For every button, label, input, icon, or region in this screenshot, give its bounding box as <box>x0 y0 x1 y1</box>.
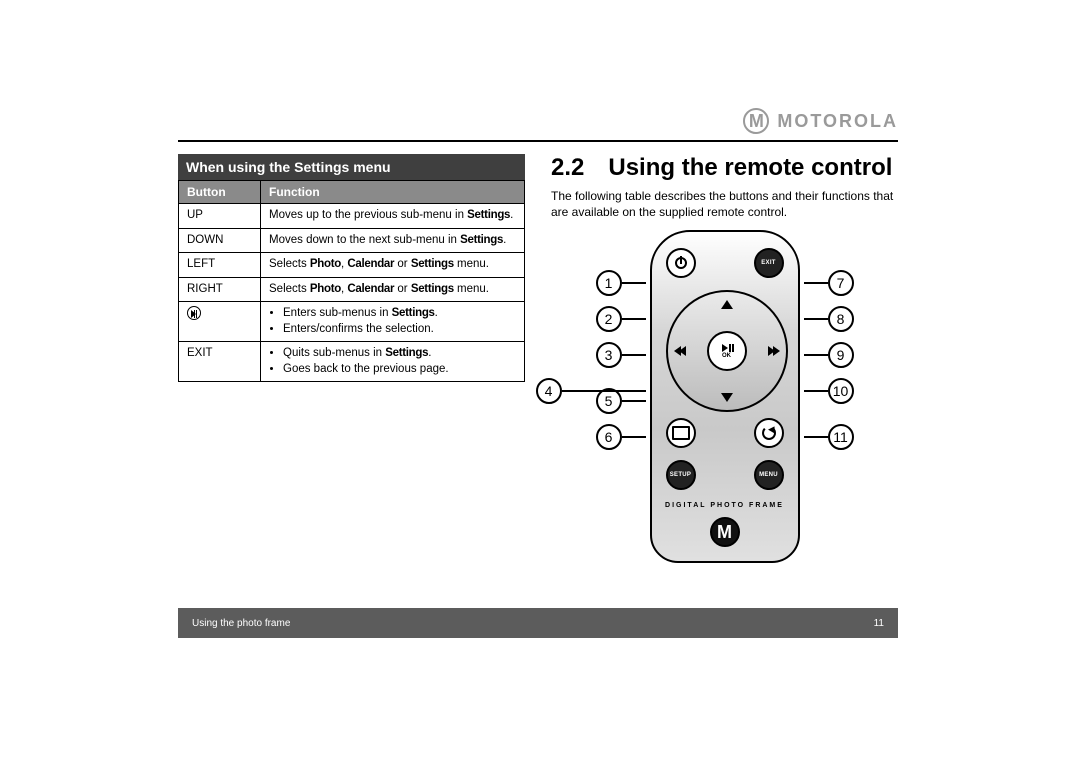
table-row: Enters sub-menus in Settings. Enters/con… <box>179 302 525 342</box>
col-button: Button <box>179 181 261 204</box>
callout: 9 <box>804 342 854 368</box>
function-cell: Selects Photo, Calendar or Settings menu… <box>261 277 525 302</box>
rotate-icon <box>762 426 776 440</box>
remote-row-mid <box>666 418 784 448</box>
callouts-left: 1 2 3 4 5 6 <box>596 230 646 450</box>
table-header-row: Button Function <box>179 181 525 204</box>
motorola-logo-icon: M <box>743 108 769 134</box>
remote-diagram: 1 2 3 4 5 6 EXIT <box>551 230 898 563</box>
list-item: Enters/confirms the selection. <box>283 322 516 338</box>
nav-down-icon <box>721 393 733 402</box>
brand-row: M MOTOROLA <box>178 108 898 140</box>
slideshow-icon <box>672 426 690 440</box>
button-cell: UP <box>179 204 261 229</box>
callout: 7 <box>804 270 854 296</box>
nav-up-icon <box>721 300 733 309</box>
function-cell: Moves down to the next sub-menu in Setti… <box>261 228 525 253</box>
callout: 2 <box>596 306 646 332</box>
settings-table: Button Function UP Moves up to the previ… <box>178 180 525 382</box>
footer-section-label: Using the photo frame <box>192 618 290 629</box>
exit-button: EXIT <box>754 248 784 278</box>
setup-button: SETUP <box>666 460 696 490</box>
bullet-list: Quits sub-menus in Settings. Goes back t… <box>269 346 516 377</box>
callout: 6 <box>596 424 646 450</box>
bullet-list: Enters sub-menus in Settings. Enters/con… <box>269 306 516 337</box>
list-item: Enters sub-menus in Settings. <box>283 306 516 322</box>
footer-page-number: 11 <box>874 618 884 629</box>
remote-device-label: DIGITAL PHOTO FRAME <box>652 502 798 509</box>
section-heading: 2.2 Using the remote control <box>551 154 898 182</box>
section-title: Using the remote control <box>608 154 892 182</box>
list-item: Goes back to the previous page. <box>283 362 516 378</box>
header-rule <box>178 140 898 142</box>
play-pause-icon <box>722 344 731 352</box>
button-cell: EXIT <box>179 342 261 382</box>
right-column: 2.2 Using the remote control The followi… <box>551 154 898 563</box>
power-icon <box>675 257 687 269</box>
table-row: EXIT Quits sub-menus in Settings. Goes b… <box>179 342 525 382</box>
remote-control: EXIT OK <box>650 230 800 563</box>
rotate-button <box>754 418 784 448</box>
power-button <box>666 248 696 278</box>
table-row: RIGHT Selects Photo, Calendar or Setting… <box>179 277 525 302</box>
callout: 1 <box>596 270 646 296</box>
nav-rewind-icon <box>676 346 686 356</box>
function-cell: Moves up to the previous sub-menu in Set… <box>261 204 525 229</box>
table-title: When using the Settings menu <box>178 154 525 180</box>
slideshow-button <box>666 418 696 448</box>
intro-paragraph: The following table describes the button… <box>551 188 898 220</box>
list-item: Quits sub-menus in Settings. <box>283 346 516 362</box>
remote-row-top: EXIT <box>666 248 784 278</box>
play-pause-icon <box>187 306 201 320</box>
left-column: When using the Settings menu Button Func… <box>178 154 525 563</box>
page-footer: Using the photo frame 11 <box>178 608 898 638</box>
nav-forward-icon <box>768 346 778 356</box>
function-cell: Quits sub-menus in Settings. Goes back t… <box>261 342 525 382</box>
brand-name: MOTOROLA <box>777 111 898 132</box>
callout: 5 <box>596 388 646 414</box>
button-cell: RIGHT <box>179 277 261 302</box>
callout: 8 <box>804 306 854 332</box>
remote-logo-icon: M <box>710 517 740 547</box>
table-row: UP Moves up to the previous sub-menu in … <box>179 204 525 229</box>
button-cell: DOWN <box>179 228 261 253</box>
menu-button: MENU <box>754 460 784 490</box>
section-number: 2.2 <box>551 154 584 182</box>
table-row: LEFT Selects Photo, Calendar or Settings… <box>179 253 525 278</box>
remote-row-bottom: SETUP MENU <box>666 460 784 490</box>
ok-button: OK <box>707 331 747 371</box>
callout: 10 <box>804 378 854 404</box>
function-cell: Selects Photo, Calendar or Settings menu… <box>261 253 525 278</box>
callouts-right: 7 8 9 10 11 <box>804 230 854 450</box>
callout: 11 <box>804 424 854 450</box>
button-cell: LEFT <box>179 253 261 278</box>
ok-label: OK <box>722 353 731 359</box>
table-row: DOWN Moves down to the next sub-menu in … <box>179 228 525 253</box>
nav-pad: OK <box>666 290 788 412</box>
button-cell <box>179 302 261 342</box>
manual-page: M MOTOROLA When using the Settings menu … <box>178 108 898 563</box>
col-function: Function <box>261 181 525 204</box>
function-cell: Enters sub-menus in Settings. Enters/con… <box>261 302 525 342</box>
callout: 3 <box>596 342 646 368</box>
